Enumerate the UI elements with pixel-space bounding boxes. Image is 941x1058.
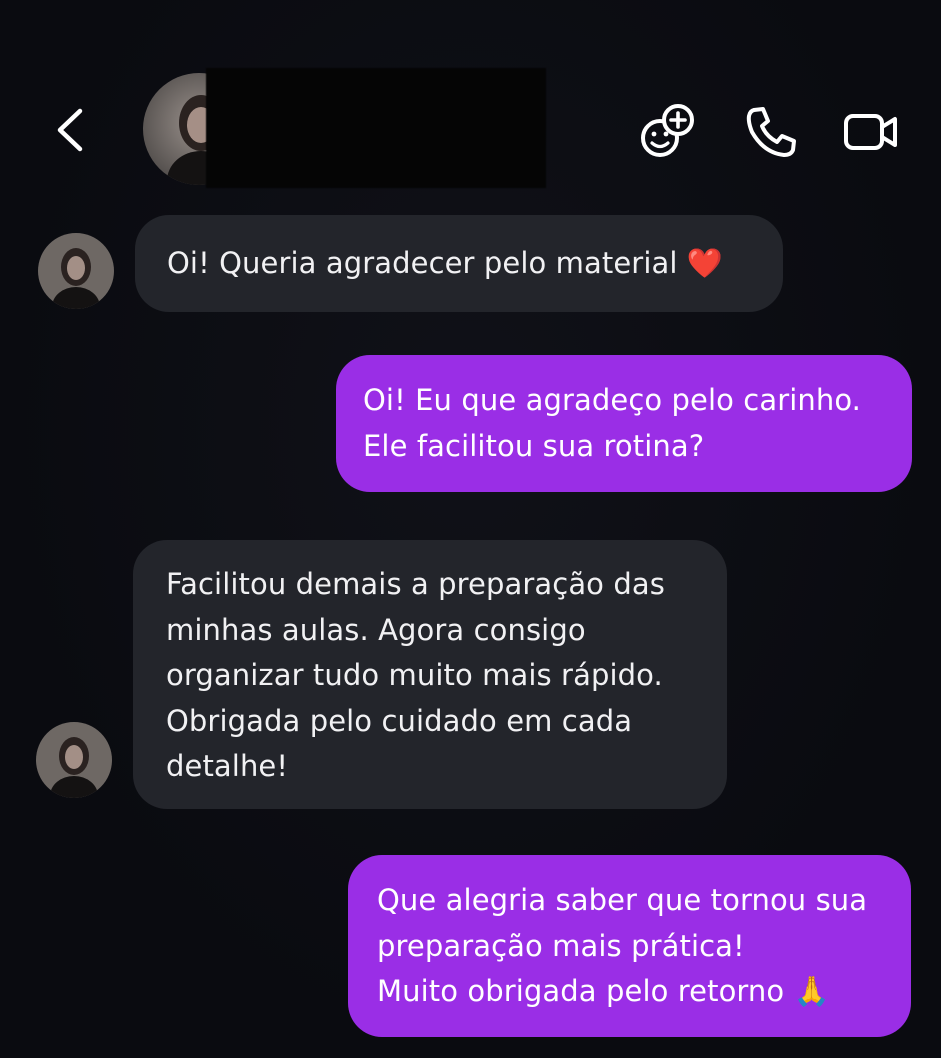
add-effect-button[interactable] bbox=[636, 102, 696, 162]
face-plus-icon bbox=[641, 104, 694, 157]
message-text-line: organizar tudo muito mais rápido. bbox=[166, 658, 663, 692]
message-bubble-incoming[interactable]: Oi! Queria agradecer pelo material ❤️ bbox=[135, 215, 783, 312]
message-text-line: Obrigada pelo cuidado em cada bbox=[166, 703, 633, 738]
chevron-left-icon bbox=[57, 108, 83, 152]
phone-icon bbox=[746, 107, 796, 157]
message-text: Oi! Queria agradecer pelo material ❤️ bbox=[167, 246, 724, 280]
sender-avatar[interactable] bbox=[36, 722, 112, 798]
message-bubble-incoming[interactable]: Facilitou demais a preparação das minhas… bbox=[133, 540, 727, 809]
chat-screen: Oi! Queria agradecer pelo material ❤️ Oi… bbox=[0, 0, 941, 1058]
message-text-line: detalhe! bbox=[166, 749, 289, 783]
video-camera-icon bbox=[844, 114, 897, 150]
message-text-line: Oi! Eu que agradeço pelo carinho. bbox=[363, 383, 861, 417]
message-bubble-outgoing[interactable]: Que alegria saber que tornou sua prepara… bbox=[348, 855, 911, 1037]
message-text-line: minhas aulas. Agora consigo bbox=[166, 612, 586, 647]
message-text-line: Que alegria saber que tornou sua bbox=[377, 883, 868, 917]
message-bubble-outgoing[interactable]: Oi! Eu que agradeço pelo carinho. Ele fa… bbox=[336, 355, 912, 492]
message-text-line: Facilitou demais a preparação das bbox=[166, 567, 665, 601]
call-button[interactable] bbox=[742, 102, 802, 162]
chat-header bbox=[0, 60, 941, 200]
contact-name[interactable] bbox=[206, 68, 546, 188]
message-text-line: Muito obrigada pelo retorno 🙏 bbox=[377, 974, 830, 1008]
message-text-line: preparação mais prática! bbox=[377, 928, 745, 963]
video-call-button[interactable] bbox=[840, 102, 900, 162]
message-text-line: Ele facilitou sua rotina? bbox=[363, 428, 705, 463]
sender-avatar[interactable] bbox=[38, 233, 114, 309]
back-button[interactable] bbox=[50, 105, 94, 155]
